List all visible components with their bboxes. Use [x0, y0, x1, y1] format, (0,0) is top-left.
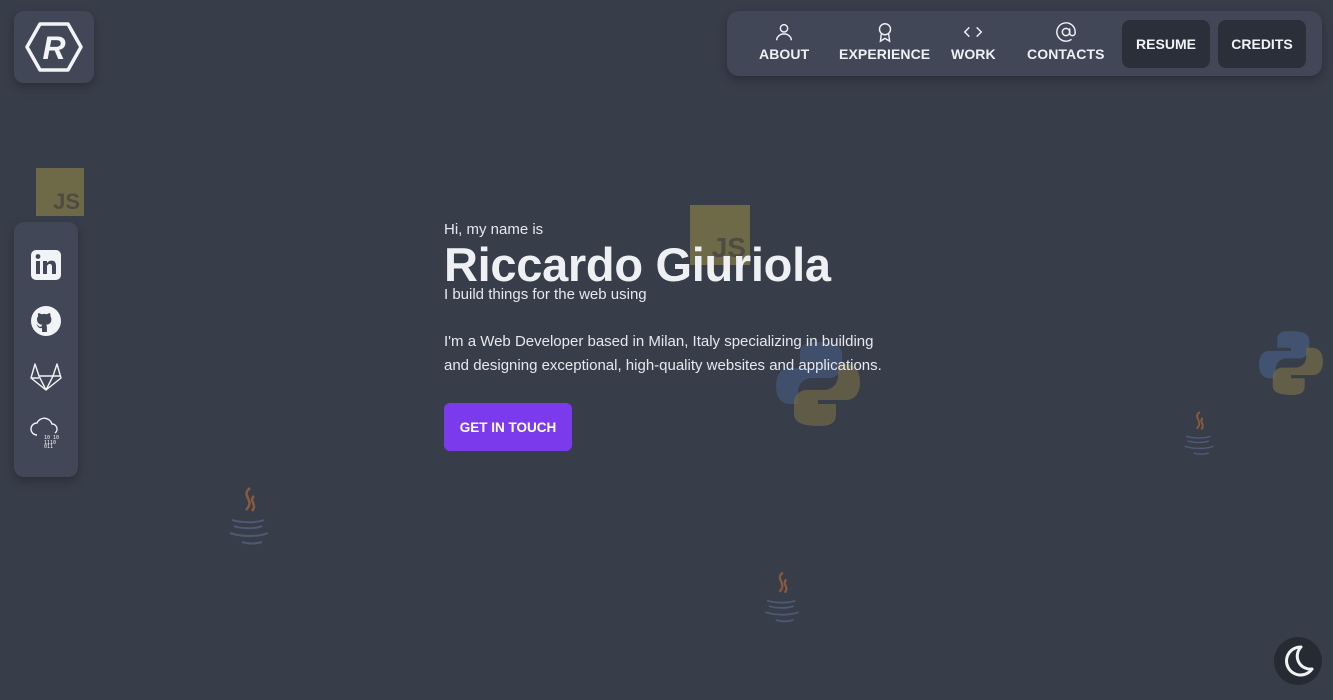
hero-section: Hi, my name is Riccardo Giuriola I build…: [444, 220, 904, 451]
top-navigation: ABOUT EXPERIENCE WORK CONTACTS RESUME CR…: [727, 11, 1322, 76]
nav-item-label: CONTACTS: [1027, 46, 1105, 62]
bio-text: I'm a Web Developer based in Milan, Ital…: [444, 333, 882, 374]
nav-item-label: ABOUT: [759, 46, 810, 62]
svg-text:R: R: [42, 30, 65, 66]
js-logo-decoration: JS: [36, 168, 84, 216]
python-logo-decoration: [1259, 331, 1323, 395]
credits-button[interactable]: CREDITS: [1218, 20, 1306, 68]
nav-item-about[interactable]: ABOUT: [759, 21, 809, 62]
moon-icon: [1285, 645, 1314, 677]
logo-hexagon-icon: R: [25, 22, 83, 72]
theme-toggle-button[interactable]: [1274, 637, 1322, 685]
cloud-data-icon: 10 10 1110 011: [30, 417, 59, 449]
github-link[interactable]: [29, 304, 63, 338]
linkedin-link[interactable]: [29, 248, 63, 282]
java-logo-decoration: [229, 487, 269, 545]
gitlab-icon: [30, 363, 62, 391]
greeting-text: Hi, my name is: [444, 221, 544, 238]
nav-item-work[interactable]: WORK: [951, 21, 996, 62]
linkedin-icon: [31, 250, 61, 280]
nav-item-contacts[interactable]: CONTACTS: [1027, 21, 1105, 62]
resume-button[interactable]: RESUME: [1122, 20, 1210, 68]
at-icon: [1055, 22, 1076, 42]
code-icon: [964, 26, 983, 38]
svg-text:011: 011: [44, 444, 53, 449]
nav-item-label: EXPERIENCE: [839, 46, 931, 62]
person-icon: [776, 23, 793, 41]
get-in-touch-button[interactable]: GET IN TOUCH: [444, 403, 572, 451]
social-sidebar: 10 10 1110 011: [14, 222, 78, 477]
page-title: Riccardo Giuriola: [444, 238, 831, 291]
site-logo[interactable]: R: [14, 11, 94, 83]
nav-item-experience[interactable]: EXPERIENCE: [839, 21, 930, 62]
java-logo-decoration: [765, 571, 800, 623]
award-icon: [878, 23, 891, 43]
gitlab-link[interactable]: [29, 359, 63, 393]
java-logo-decoration: [1184, 411, 1214, 455]
cloud-data-link[interactable]: 10 10 1110 011: [29, 415, 63, 449]
nav-item-label: WORK: [951, 46, 996, 62]
github-icon: [31, 306, 61, 336]
